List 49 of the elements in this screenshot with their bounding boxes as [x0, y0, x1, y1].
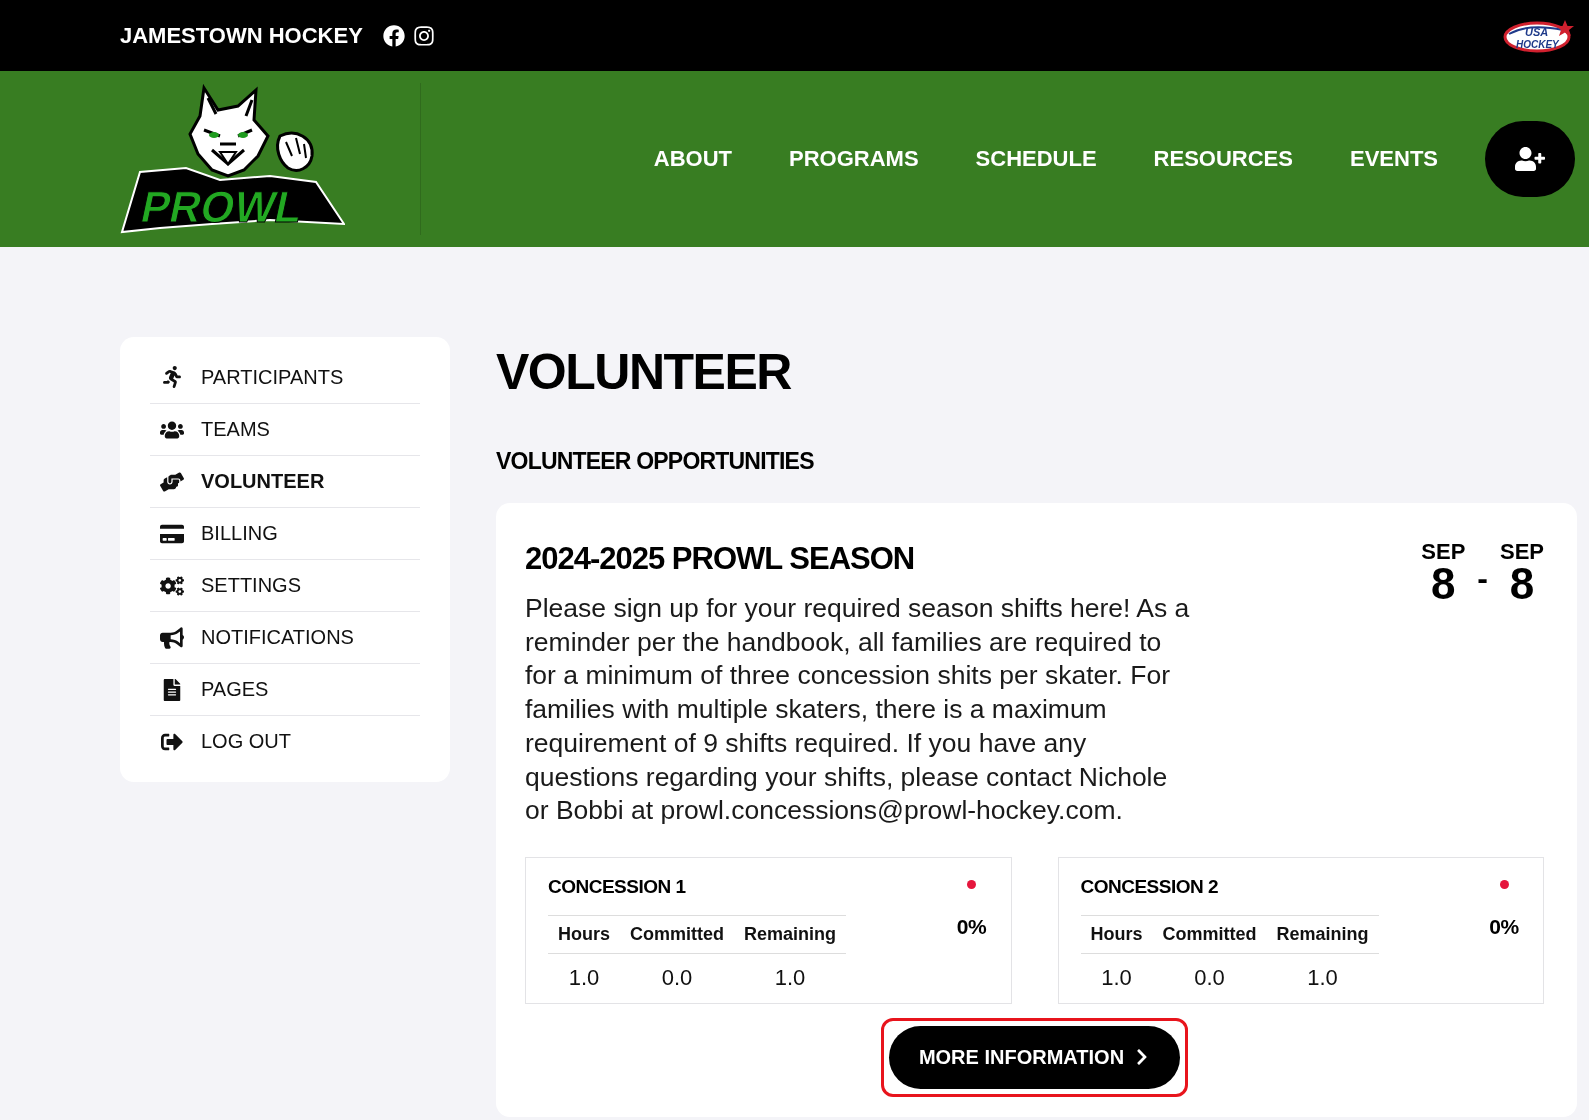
progress-percent: 0%	[956, 914, 987, 939]
site-name: JAMESTOWN HOCKEY	[120, 22, 363, 49]
column-header: Hours	[548, 915, 620, 954]
sidebar-item[interactable]: SETTINGS	[150, 559, 420, 611]
opportunity-description: Please sign up for your required season shifts here! As a reminder per the handbook, all families are required to for a minimum of three concession shits per skater. For families with multiple skaters, there is a maximum requirement of 9 shifts required. If you have any questions regarding your shifts, please contact Nichole or Bobbi at prowl.concessions@prowl-hockey.com.	[525, 592, 1191, 828]
table-cell: 0.0	[620, 953, 734, 993]
helping-hands-icon	[160, 470, 184, 493]
column-header: Committed	[1152, 915, 1267, 954]
column-header: Committed	[620, 915, 734, 954]
sidebar-item[interactable]: BILLING	[150, 507, 420, 559]
nav-link[interactable]: PROGRAMS	[789, 146, 919, 172]
sidebar-item[interactable]: PARTICIPANTS	[150, 351, 420, 403]
running-person-icon	[160, 366, 184, 388]
column-header: Remaining	[1266, 915, 1379, 954]
shift-name: CONCESSION 2	[1080, 874, 1219, 899]
team-logo: PROWL	[120, 84, 345, 234]
column-header: Hours	[1080, 915, 1153, 954]
more-information-button[interactable]: MORE INFORMATION	[888, 1025, 1181, 1089]
table-cell: 1.0	[548, 953, 620, 993]
column-header: Remaining	[734, 915, 847, 954]
user-plus-icon	[1515, 144, 1545, 174]
sidebar-item[interactable]: LOG OUT	[150, 715, 420, 767]
megaphone-icon	[160, 626, 184, 649]
sidebar-item[interactable]: NOTIFICATIONS	[150, 611, 420, 663]
table-cell: 1.0	[1266, 953, 1379, 993]
nav-link[interactable]: EVENTS	[1349, 146, 1438, 172]
sidebar-item[interactable]: TEAMS	[150, 403, 420, 455]
date-day: 8	[1431, 564, 1456, 604]
opportunity-title: 2024-2025 PROWL SEASON	[525, 540, 915, 578]
table-cell: 1.0	[734, 953, 847, 993]
date-month: SEP	[1421, 540, 1466, 564]
shift-name: CONCESSION 1	[548, 874, 686, 899]
date-separator: -	[1477, 559, 1488, 598]
nav-link[interactable]: ABOUT	[653, 146, 733, 172]
instagram-icon[interactable]	[412, 24, 435, 47]
gears-icon	[160, 574, 184, 597]
date-day: 8	[1509, 564, 1535, 604]
table-cell: 1.0	[1080, 953, 1153, 993]
nav-link[interactable]: RESOURCES	[1153, 146, 1293, 172]
table-cell: 0.0	[1152, 953, 1267, 993]
facebook-icon[interactable]	[382, 24, 405, 47]
sidebar-item[interactable]: VOLUNTEER	[150, 455, 420, 507]
nav-link[interactable]: SCHEDULE	[975, 146, 1097, 172]
section-heading: VOLUNTEER OPPORTUNITIES	[496, 447, 814, 476]
sidebar-item[interactable]: PAGES	[150, 663, 420, 715]
progress-percent: 0%	[1489, 914, 1519, 939]
date-month: SEP	[1499, 540, 1544, 564]
page-title: VOLUNTEER	[496, 343, 791, 402]
credit-card-icon	[160, 522, 184, 545]
